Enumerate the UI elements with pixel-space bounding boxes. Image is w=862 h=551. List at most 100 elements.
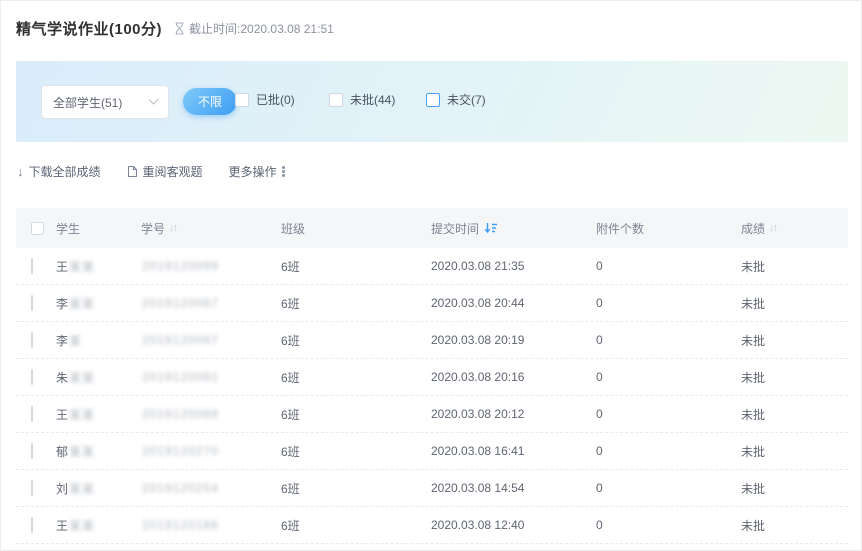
grade-cell: 未批 — [741, 369, 848, 386]
checkbox-unsubmitted[interactable]: 未交(7) — [426, 91, 486, 108]
class-cell: 6班 — [281, 258, 431, 275]
checkbox-ungraded-box[interactable] — [329, 93, 343, 107]
download-all-grades-label: 下载全部成绩 — [29, 163, 101, 180]
table-row[interactable]: 郁某某 2019120270 6班 2020.03.08 16:41 0 未批 — [16, 433, 848, 470]
page-header: 精气学说作业(100分) 截止时间:2020.03.08 21:51 — [16, 18, 334, 39]
review-objective-link[interactable]: 重阅客观题 — [127, 163, 203, 180]
student-id-cell: 2019120099 — [141, 259, 281, 273]
student-name-cell: 刘某某 — [56, 480, 141, 497]
row-checkbox[interactable] — [31, 258, 33, 274]
attachments-cell: 0 — [596, 407, 741, 421]
student-name-cell: 郁某某 — [56, 443, 141, 460]
table-row[interactable]: 王某某 2019120089 6班 2020.03.08 20:12 0 未批 — [16, 396, 848, 433]
student-id-cell: 2019120270 — [141, 444, 281, 458]
submit-time-cell: 2020.03.08 16:41 — [431, 444, 596, 458]
download-all-grades-link[interactable]: ↓ 下载全部成绩 — [17, 163, 101, 180]
attachments-cell: 0 — [596, 370, 741, 384]
sort-icon-student-id[interactable]: ↓↑ — [169, 222, 178, 234]
checkbox-graded[interactable]: 已批(0) — [235, 91, 295, 108]
row-checkbox[interactable] — [31, 369, 33, 385]
submit-time-cell: 2020.03.08 20:44 — [431, 296, 596, 310]
page-title: 精气学说作业(100分) — [16, 18, 162, 39]
student-id-cell: 2019120089 — [141, 407, 281, 421]
table-header-row: 学生 学号 ↓↑ 班级 提交时间 附件个数 — [16, 208, 848, 248]
grade-cell: 未批 — [741, 332, 848, 349]
grade-cell: 未批 — [741, 406, 848, 423]
attachments-cell: 0 — [596, 481, 741, 495]
student-filter-dropdown[interactable]: 全部学生(51) — [41, 85, 169, 119]
grade-cell: 未批 — [741, 295, 848, 312]
student-id-cell: 2019120097 — [141, 333, 281, 347]
column-header-class: 班级 — [281, 220, 431, 237]
column-header-submit-time[interactable]: 提交时间 — [431, 220, 596, 237]
submit-time-cell: 2020.03.08 20:16 — [431, 370, 596, 384]
row-checkbox[interactable] — [31, 406, 33, 422]
attachments-cell: 0 — [596, 444, 741, 458]
submit-time-cell: 2020.03.08 20:19 — [431, 333, 596, 347]
more-vertical-icon — [282, 166, 285, 169]
row-checkbox[interactable] — [31, 443, 33, 459]
review-objective-label: 重阅客观题 — [143, 163, 203, 180]
chevron-down-icon — [149, 94, 159, 104]
table-row[interactable]: 王某某 2019120188 6班 2020.03.08 12:40 0 未批 — [16, 507, 848, 544]
hourglass-icon — [174, 22, 185, 35]
column-header-student: 学生 — [56, 220, 141, 237]
row-checkbox[interactable] — [31, 332, 33, 348]
attachments-cell: 0 — [596, 259, 741, 273]
deadline: 截止时间:2020.03.08 21:51 — [174, 20, 334, 37]
table-row[interactable]: 朱某某 2019120081 6班 2020.03.08 20:16 0 未批 — [16, 359, 848, 396]
row-checkbox[interactable] — [31, 517, 33, 533]
attachments-cell: 0 — [596, 296, 741, 310]
class-cell: 6班 — [281, 295, 431, 312]
row-checkbox[interactable] — [31, 295, 33, 311]
deadline-text: 截止时间:2020.03.08 21:51 — [189, 20, 334, 37]
column-header-attachments: 附件个数 — [596, 220, 741, 237]
class-cell: 6班 — [281, 332, 431, 349]
select-all-checkbox[interactable] — [31, 222, 44, 235]
class-cell: 6班 — [281, 517, 431, 534]
more-actions-link[interactable]: 更多操作 — [229, 163, 285, 180]
table-row[interactable]: 刘某某 2019120254 6班 2020.03.08 14:54 0 未批 — [16, 470, 848, 507]
checkbox-ungraded-label: 未批(44) — [350, 91, 395, 108]
submit-time-cell: 2020.03.08 21:35 — [431, 259, 596, 273]
toolbar: ↓ 下载全部成绩 重阅客观题 更多操作 — [17, 163, 285, 180]
student-name-cell: 王某某 — [56, 406, 141, 423]
checkbox-ungraded[interactable]: 未批(44) — [329, 91, 395, 108]
student-name-cell: 李某 — [56, 332, 141, 349]
checkbox-unsubmitted-label: 未交(7) — [447, 91, 486, 108]
attachments-cell: 0 — [596, 518, 741, 532]
table-row[interactable]: 李某 2019120097 6班 2020.03.08 20:19 0 未批 — [16, 322, 848, 359]
grade-cell: 未批 — [741, 258, 848, 275]
table-body: 王某某 2019120099 6班 2020.03.08 21:35 0 未批 … — [16, 248, 848, 544]
sort-desc-active-icon[interactable] — [484, 222, 498, 234]
download-icon: ↓ — [17, 165, 24, 178]
submit-time-cell: 2020.03.08 14:54 — [431, 481, 596, 495]
student-id-cell: 2019120254 — [141, 481, 281, 495]
table-row[interactable]: 李某某 2019120087 6班 2020.03.08 20:44 0 未批 — [16, 285, 848, 322]
student-name-cell: 朱某某 — [56, 369, 141, 386]
table-row[interactable]: 王某某 2019120099 6班 2020.03.08 21:35 0 未批 — [16, 248, 848, 285]
class-cell: 6班 — [281, 480, 431, 497]
no-limit-button[interactable]: 不限 — [183, 88, 237, 115]
grade-cell: 未批 — [741, 517, 848, 534]
assignment-grading-page: 精气学说作业(100分) 截止时间:2020.03.08 21:51 全部学生(… — [0, 0, 862, 551]
student-name-cell: 王某某 — [56, 258, 141, 275]
column-header-student-id[interactable]: 学号 ↓↑ — [141, 220, 281, 237]
column-header-grade[interactable]: 成绩 ↓↑ — [741, 220, 848, 237]
class-cell: 6班 — [281, 406, 431, 423]
student-name-cell: 王某某 — [56, 517, 141, 534]
checkbox-graded-box[interactable] — [235, 93, 249, 107]
checkbox-unsubmitted-box[interactable] — [426, 93, 440, 107]
sort-icon-grade[interactable]: ↓↑ — [769, 222, 778, 234]
class-cell: 6班 — [281, 369, 431, 386]
student-id-cell: 2019120188 — [141, 518, 281, 532]
student-filter-value: 全部学生(51) — [53, 94, 122, 111]
attachments-cell: 0 — [596, 333, 741, 347]
submit-time-cell: 2020.03.08 12:40 — [431, 518, 596, 532]
student-name-cell: 李某某 — [56, 295, 141, 312]
grade-cell: 未批 — [741, 443, 848, 460]
submissions-table: 学生 学号 ↓↑ 班级 提交时间 附件个数 — [16, 208, 848, 544]
row-checkbox[interactable] — [31, 480, 33, 496]
student-id-cell: 2019120081 — [141, 370, 281, 384]
submit-time-cell: 2020.03.08 20:12 — [431, 407, 596, 421]
